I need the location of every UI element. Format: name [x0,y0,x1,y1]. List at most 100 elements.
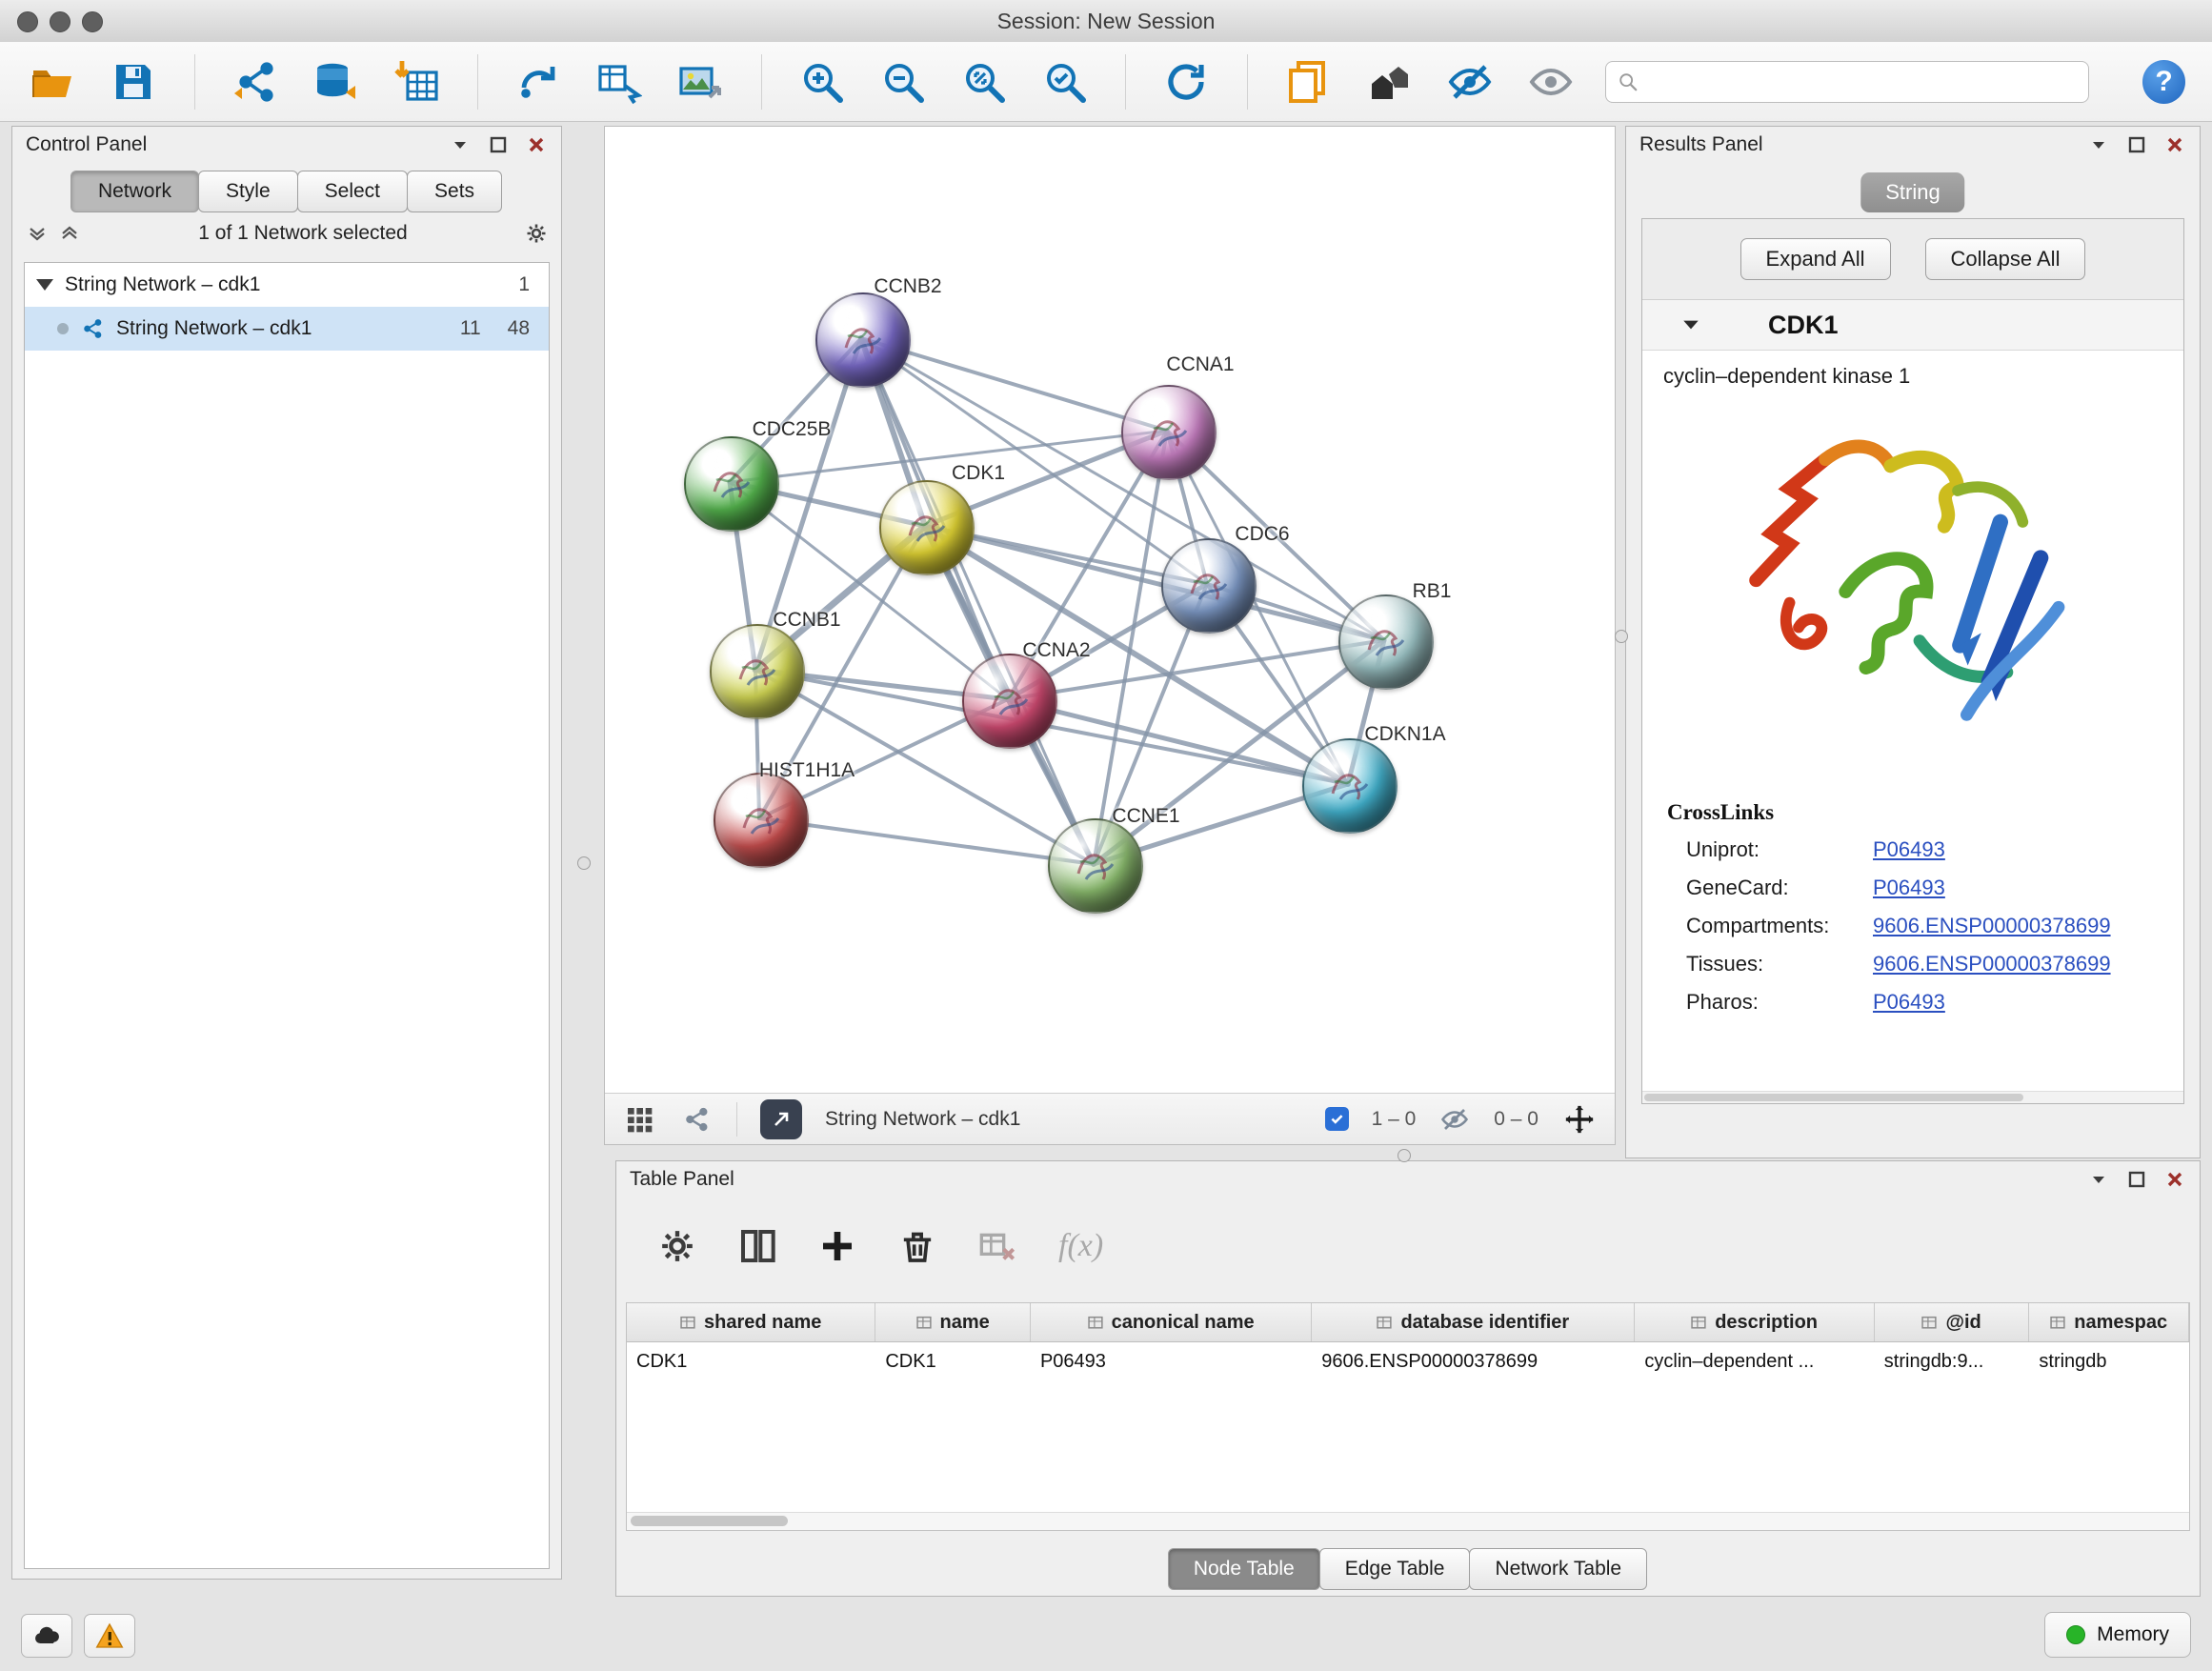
network-canvas[interactable]: CCNB2CCNA1CDC25BCDK1CDC6RB1CCNB1CCNA2CDK… [605,127,1615,1093]
network-node-CCNB1[interactable] [710,624,805,719]
import-network-file-icon[interactable] [230,55,282,109]
tab-style[interactable]: Style [198,171,298,212]
gene-header-row[interactable]: CDK1 [1642,300,2183,351]
edge-CCNE1-HIST1H1A[interactable] [759,818,1094,864]
network-node-CDC6[interactable] [1161,538,1257,634]
results-float-icon[interactable] [2125,133,2148,156]
network-node-HIST1H1A[interactable] [714,773,809,868]
network-node-RB1[interactable] [1338,594,1434,690]
results-hscrollbar[interactable] [1642,1091,2183,1103]
results-menu-icon[interactable] [2087,133,2110,156]
crosslink-value[interactable]: P06493 [1873,837,1945,862]
results-close-icon[interactable] [2163,133,2186,156]
crosslink-value[interactable]: 9606.ENSP00000378699 [1873,914,2111,938]
network-node-CCNA1[interactable] [1121,385,1217,480]
collapse-all-button[interactable]: Collapse All [1925,238,2086,280]
panel-menu-icon[interactable] [449,133,472,156]
search-input[interactable] [1605,61,2089,103]
column-header-namespac[interactable]: namespac [2029,1303,2189,1341]
show-columns-icon[interactable] [738,1227,776,1265]
import-network-database-icon[interactable] [311,55,363,109]
column-header-canonical-name[interactable]: canonical name [1031,1303,1312,1341]
gear-icon[interactable] [525,222,548,245]
splitter-handle-right[interactable] [1615,630,1628,643]
open-in-window-button[interactable] [760,1099,802,1139]
collection-disclosure-icon[interactable] [36,279,53,291]
network-node-CCNA2[interactable] [962,654,1057,749]
panel-float-icon[interactable] [487,133,510,156]
selected-checkbox-icon[interactable] [1325,1107,1349,1131]
network-node-CCNE1[interactable] [1048,818,1143,914]
table-settings-icon[interactable] [658,1227,696,1265]
open-file-icon[interactable] [27,55,79,109]
table-close-icon[interactable] [2163,1168,2186,1191]
memory-button[interactable]: Memory [2044,1612,2191,1658]
splitter-handle-left[interactable] [577,856,591,870]
table-cell[interactable]: P06493 [1031,1342,1312,1380]
tab-sets[interactable]: Sets [407,171,502,212]
table-menu-icon[interactable] [2087,1168,2110,1191]
export-image-icon[interactable] [674,55,727,109]
help-icon[interactable]: ? [2142,60,2185,104]
apply-layout-icon[interactable] [1160,55,1213,109]
network-share-icon[interactable] [679,1102,714,1137]
column-header-name[interactable]: name [875,1303,1031,1341]
crosslink-value[interactable]: P06493 [1873,990,1945,1015]
tab-select[interactable]: Select [297,171,408,212]
tab-network-table[interactable]: Network Table [1469,1548,1647,1590]
column-header-database-identifier[interactable]: database identifier [1312,1303,1635,1341]
crosslink-value[interactable]: P06493 [1873,876,1945,900]
hidden-eye-icon[interactable] [1438,1103,1471,1136]
network-item-row[interactable]: String Network – cdk1 11 48 [25,307,549,351]
expand-all-button[interactable]: Expand All [1740,238,1891,280]
column-header-shared-name[interactable]: shared name [627,1303,875,1341]
pan-icon[interactable] [1561,1101,1598,1137]
import-table-icon[interactable] [391,55,443,109]
table-cell[interactable]: stringdb [2029,1342,2189,1380]
save-session-icon[interactable] [108,55,160,109]
network-node-CDK1[interactable] [879,480,975,575]
duplicate-network-icon[interactable] [1282,55,1335,109]
warning-status-button[interactable] [84,1614,135,1658]
panel-close-icon[interactable] [525,133,548,156]
tab-edge-table[interactable]: Edge Table [1319,1548,1471,1590]
table-cell[interactable]: CDK1 [627,1342,875,1380]
layout-network-icon[interactable] [513,55,565,109]
network-node-CDKN1A[interactable] [1302,738,1398,834]
zoom-selected-icon[interactable] [1038,55,1091,109]
zoom-out-icon[interactable] [877,55,930,109]
network-collection-row[interactable]: String Network – cdk1 1 [25,263,549,307]
table-cell[interactable]: 9606.ENSP00000378699 [1312,1342,1635,1380]
tab-node-table[interactable]: Node Table [1168,1548,1320,1590]
column-header-@id[interactable]: @id [1875,1303,2030,1341]
crosslink-value[interactable]: 9606.ENSP00000378699 [1873,952,2111,976]
edge-CCNB2-CCNE1[interactable] [861,338,1094,864]
column-header-description[interactable]: description [1635,1303,1874,1341]
table-hscrollbar[interactable] [627,1512,2189,1530]
table-cell[interactable]: stringdb:9... [1875,1342,2030,1380]
show-details-icon[interactable] [1524,55,1577,109]
network-from-table-icon[interactable] [593,55,646,109]
hide-details-icon[interactable] [1444,55,1497,109]
splitter-handle-bottom[interactable] [1398,1149,1411,1162]
table-row[interactable]: CDK1CDK1P064939606.ENSP00000378699cyclin… [627,1342,2189,1380]
search-field[interactable] [1646,70,2077,93]
tab-network[interactable]: Network [70,171,199,212]
home-icon[interactable] [1363,55,1416,109]
table-float-icon[interactable] [2125,1168,2148,1191]
tab-string[interactable]: String [1860,172,1964,212]
table-cell[interactable]: CDK1 [875,1342,1031,1380]
create-column-icon[interactable] [818,1227,856,1265]
network-node-CDC25B[interactable] [684,436,779,532]
collapse-all-icon[interactable] [26,222,49,245]
zoom-fit-icon[interactable] [957,55,1010,109]
delete-column-icon[interactable] [898,1227,936,1265]
cloud-status-button[interactable] [21,1614,72,1658]
edge-CDK1-RB1[interactable] [925,526,1384,640]
birds-eye-view-icon[interactable] [622,1102,656,1137]
network-node-CCNB2[interactable] [815,292,911,388]
table-cell[interactable]: cyclin–dependent ... [1635,1342,1874,1380]
expand-all-icon[interactable] [58,222,81,245]
gene-disclosure-icon[interactable] [1680,314,1701,335]
zoom-in-icon[interactable] [796,55,849,109]
